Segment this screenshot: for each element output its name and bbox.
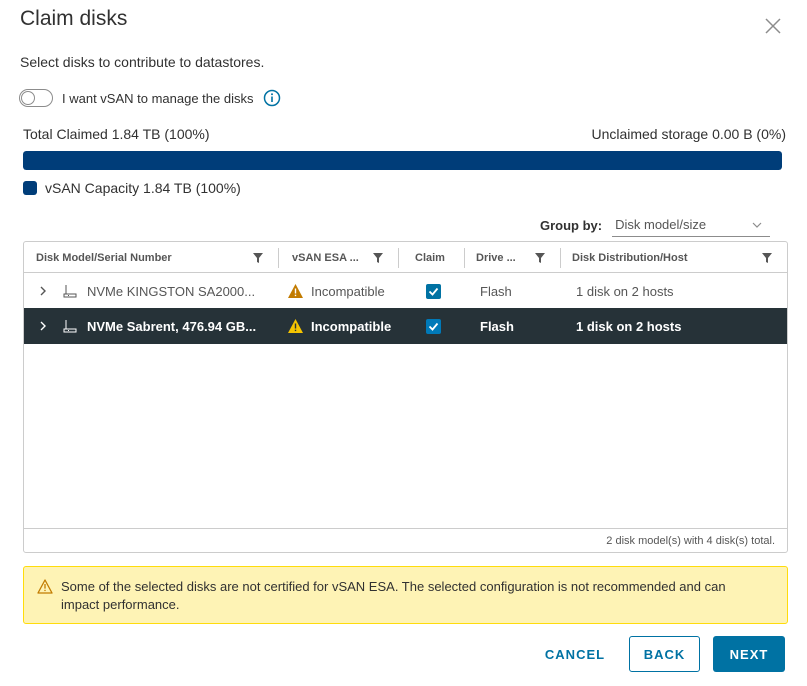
toggle-knob — [21, 91, 35, 105]
drive-type: Flash — [480, 283, 512, 299]
column-header-claim[interactable]: Claim — [415, 242, 445, 273]
warning-alert: Some of the selected disks are not certi… — [23, 566, 788, 624]
chevron-right-icon[interactable] — [38, 286, 48, 296]
column-header-model[interactable]: Disk Model/Serial Number — [36, 242, 172, 273]
capacity-bar-fill — [23, 151, 782, 170]
warning-icon — [288, 284, 303, 298]
group-by: Group by: Disk model/size — [540, 213, 771, 237]
capacity-legend: vSAN Capacity 1.84 TB (100%) — [23, 180, 241, 196]
dialog-subtitle: Select disks to contribute to datastores… — [20, 54, 265, 70]
alert-text: Some of the selected disks are not certi… — [61, 579, 726, 612]
filter-icon[interactable] — [373, 253, 383, 263]
table-row[interactable]: NVMe KINGSTON SA2000... Incompatible Fla… — [24, 273, 787, 309]
disk-icon — [63, 285, 77, 298]
column-separator — [464, 248, 465, 268]
close-icon[interactable] — [763, 16, 783, 36]
unclaimed-storage-label: Unclaimed storage 0.00 B (0%) — [591, 126, 786, 142]
capacity-bar — [23, 151, 782, 170]
grid-footer: 2 disk model(s) with 4 disk(s) total. — [24, 528, 787, 552]
column-header-drive[interactable]: Drive ... — [476, 242, 516, 273]
legend-label: vSAN Capacity 1.84 TB (100%) — [45, 180, 241, 196]
back-button[interactable]: BACK — [629, 636, 700, 672]
vsan-manage-toggle-row: I want vSAN to manage the disks — [19, 88, 281, 108]
column-separator — [398, 248, 399, 268]
dialog-title: Claim disks — [20, 7, 128, 30]
legend-swatch — [23, 181, 37, 195]
disk-grid: Disk Model/Serial Number vSAN ESA ... Cl… — [23, 241, 788, 553]
esa-status: Incompatible — [311, 318, 392, 334]
warning-icon — [288, 319, 303, 333]
group-by-label: Group by: — [540, 218, 603, 233]
disk-model: NVMe KINGSTON SA2000... — [87, 283, 256, 299]
chevron-down-icon — [752, 222, 762, 228]
grid-header: Disk Model/Serial Number vSAN ESA ... Cl… — [24, 242, 787, 273]
next-button[interactable]: NEXT — [713, 636, 785, 672]
vsan-manage-toggle[interactable] — [19, 89, 53, 107]
filter-icon[interactable] — [762, 253, 772, 263]
warning-icon — [37, 579, 53, 594]
disk-distribution: 1 disk on 2 hosts — [576, 318, 682, 334]
chevron-right-icon[interactable] — [38, 321, 48, 331]
grid-footer-count: 2 disk model(s) with 4 disk(s) total. — [606, 534, 775, 547]
drive-type: Flash — [480, 318, 514, 334]
disk-icon — [63, 320, 77, 333]
disk-model: NVMe Sabrent, 476.94 GB... — [87, 318, 257, 334]
checkmark-icon — [428, 322, 439, 331]
column-separator — [278, 248, 279, 268]
info-icon[interactable] — [263, 89, 281, 107]
checkmark-icon — [428, 287, 439, 296]
column-header-distribution[interactable]: Disk Distribution/Host — [572, 242, 688, 273]
group-by-value: Disk model/size — [615, 217, 707, 232]
filter-icon[interactable] — [253, 253, 263, 263]
cancel-button[interactable]: CANCEL — [537, 636, 613, 672]
group-by-select[interactable]: Disk model/size — [612, 213, 771, 237]
claim-checkbox[interactable] — [426, 318, 441, 334]
claim-checkbox[interactable] — [426, 283, 441, 299]
vsan-manage-toggle-label[interactable]: I want vSAN to manage the disks — [62, 91, 253, 106]
column-header-esa[interactable]: vSAN ESA ... — [292, 242, 359, 273]
column-separator — [560, 248, 561, 268]
total-claimed-label: Total Claimed 1.84 TB (100%) — [23, 126, 210, 142]
disk-distribution: 1 disk on 2 hosts — [576, 283, 674, 299]
esa-status: Incompatible — [311, 283, 385, 299]
filter-icon[interactable] — [535, 253, 545, 263]
table-row-selected[interactable]: NVMe Sabrent, 476.94 GB... Incompatible … — [24, 308, 787, 344]
